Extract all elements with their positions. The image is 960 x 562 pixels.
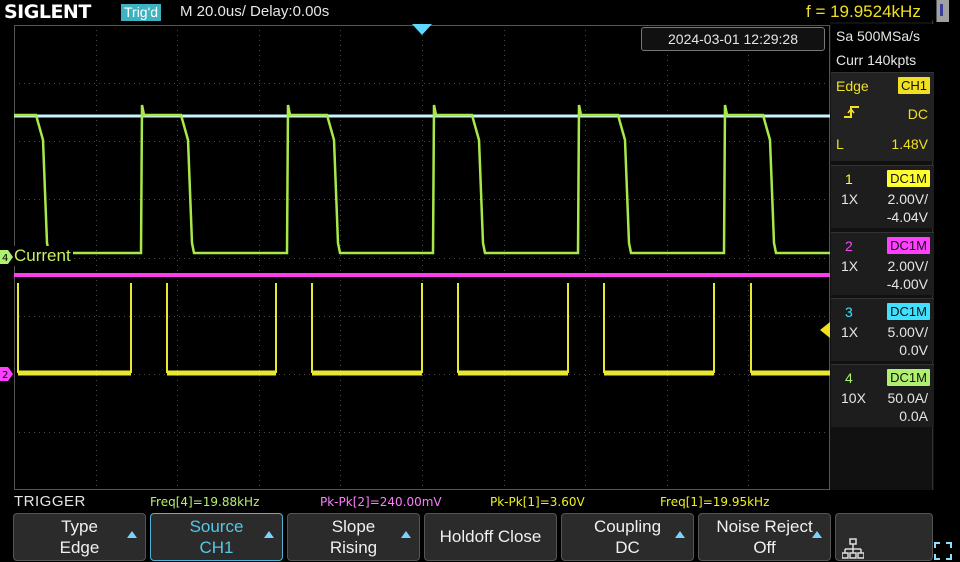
channel-offset: 0.0V: [899, 342, 928, 358]
ch4-waveform-label: Current: [14, 246, 73, 266]
softkey-source-title: Source: [189, 517, 244, 536]
channel-number: 2: [845, 238, 853, 254]
measurement-freq-ch1: Freq[1]=19.95kHz: [660, 495, 770, 509]
trigger-source-badge: CH1: [897, 77, 930, 94]
softkey-source[interactable]: Source CH1: [150, 513, 283, 561]
softkey-holdoff[interactable]: Holdoff Close: [424, 513, 557, 561]
channel-scale: 5.00V/: [887, 324, 928, 340]
softkey-noise-reject-title: Noise Reject: [716, 517, 813, 536]
softkey-slope[interactable]: Slope Rising: [287, 513, 420, 561]
softkey-coupling-title: Coupling: [593, 517, 662, 536]
measurement-freq-ch4: Freq[4]=19.88kHz: [150, 495, 260, 509]
softkey-coupling-value: DC: [615, 538, 640, 557]
softkey-noise-reject[interactable]: Noise Reject Off: [698, 513, 831, 561]
channel-number: 4: [845, 370, 853, 386]
memory-depth: Curr 140kpts: [836, 52, 917, 68]
softkey-type[interactable]: Type Edge: [13, 513, 146, 561]
channel-offset: -4.00V: [886, 276, 928, 292]
sample-rate-info: Sa 500MSa/s: [831, 24, 934, 49]
trigger-level-value: 1.48V: [891, 136, 928, 152]
rising-edge-icon: [844, 106, 859, 118]
timebase-readout[interactable]: M 20.0us/ Delay:0.00s: [180, 3, 329, 20]
channel-scale: 2.00V/: [887, 191, 928, 207]
frequency-counter: f = 19.9524kHz: [806, 2, 921, 21]
trigger-info-panel[interactable]: Edge CH1 DC L 1.48V: [831, 72, 934, 161]
softkey-slope-title: Slope: [331, 517, 376, 536]
waveform-display[interactable]: [14, 25, 830, 490]
softkey-holdoff-title: Holdoff Close: [439, 527, 542, 546]
channel-probe: 10X: [841, 390, 866, 406]
fullscreen-icon[interactable]: [934, 542, 952, 560]
arrow-up-icon: [401, 531, 411, 538]
channel-3-info[interactable]: 3 DC1M 1X 5.00V/0.0V: [831, 298, 934, 361]
channel-coupling-badge: DC1M: [887, 170, 930, 187]
channel-scale: 50.0A/: [887, 390, 928, 406]
channel-1-info[interactable]: 1 DC1M 1X 2.00V/ -4.04V: [831, 165, 934, 228]
channel-4-info[interactable]: 4 DC1M 10X 50.0A/0.0A: [831, 364, 934, 427]
svg-text:4: 4: [2, 253, 8, 264]
channel-number: 3: [845, 304, 853, 320]
softkey-type-title: Type: [61, 517, 98, 536]
measurement-pkpk-ch1: Pk-Pk[1]=3.60V: [490, 495, 585, 509]
trigger-level-marker[interactable]: [820, 322, 830, 338]
sidebar-scroll-handle[interactable]: [936, 0, 949, 22]
softkey-slope-value: Rising: [329, 538, 378, 557]
ch1-trace: [17, 283, 752, 373]
status-bar: SIGLENT Trig'd M 20.0us/ Delay:0.00s f =…: [0, 0, 960, 24]
trigger-coupling: DC: [907, 106, 928, 122]
channel-coupling-badge: DC1M: [887, 237, 930, 254]
sample-rate: Sa 500MSa/s: [836, 28, 921, 44]
channel-2-info[interactable]: 2 DC1M 1X 2.00V/ -4.00V: [831, 232, 934, 295]
trigger-status-badge: Trig'd: [121, 4, 162, 21]
network-button[interactable]: [835, 513, 933, 561]
arrow-up-icon: [127, 531, 137, 538]
softkey-source-value: CH1: [199, 538, 234, 557]
arrow-up-icon: [675, 531, 685, 538]
channel-coupling-badge: DC1M: [887, 303, 930, 320]
softkey-coupling[interactable]: Coupling DC: [561, 513, 694, 561]
trigger-level-label: L: [836, 136, 844, 152]
measurement-pkpk-ch2: Pk-Pk[2]=240.00mV: [320, 495, 442, 509]
softkey-noise-reject-value: Off: [753, 538, 776, 557]
menu-title: TRIGGER: [14, 493, 86, 510]
channel-probe: 1X: [841, 258, 859, 274]
ch4-offset-marker[interactable]: 4: [0, 250, 14, 264]
channel-offset: -4.04V: [886, 209, 928, 225]
channel-probe: 1X: [841, 324, 859, 340]
channel-offset: 0.0A: [899, 408, 928, 424]
trigger-position-marker[interactable]: [412, 24, 432, 35]
channel-coupling-badge: DC1M: [887, 369, 930, 386]
network-icon: [842, 538, 864, 559]
channel-number: 1: [845, 171, 853, 187]
channel-scale: 2.00V/: [887, 258, 928, 274]
ch2-offset-marker[interactable]: 2: [0, 367, 14, 381]
arrow-up-icon: [264, 531, 274, 538]
memory-depth-info: Curr 140kpts: [831, 49, 934, 72]
channel-probe: 1X: [841, 191, 859, 207]
brand-logo: SIGLENT: [4, 1, 91, 23]
svg-text:2: 2: [2, 370, 8, 381]
timebase-value: M 20.0us/: [180, 3, 246, 20]
delay-value: Delay:0.00s: [250, 3, 330, 20]
trigger-type: Edge: [836, 78, 869, 94]
arrow-up-icon: [812, 531, 822, 538]
datetime-display: 2024-03-01 12:29:28: [641, 27, 825, 51]
softkey-type-value: Edge: [59, 538, 100, 557]
